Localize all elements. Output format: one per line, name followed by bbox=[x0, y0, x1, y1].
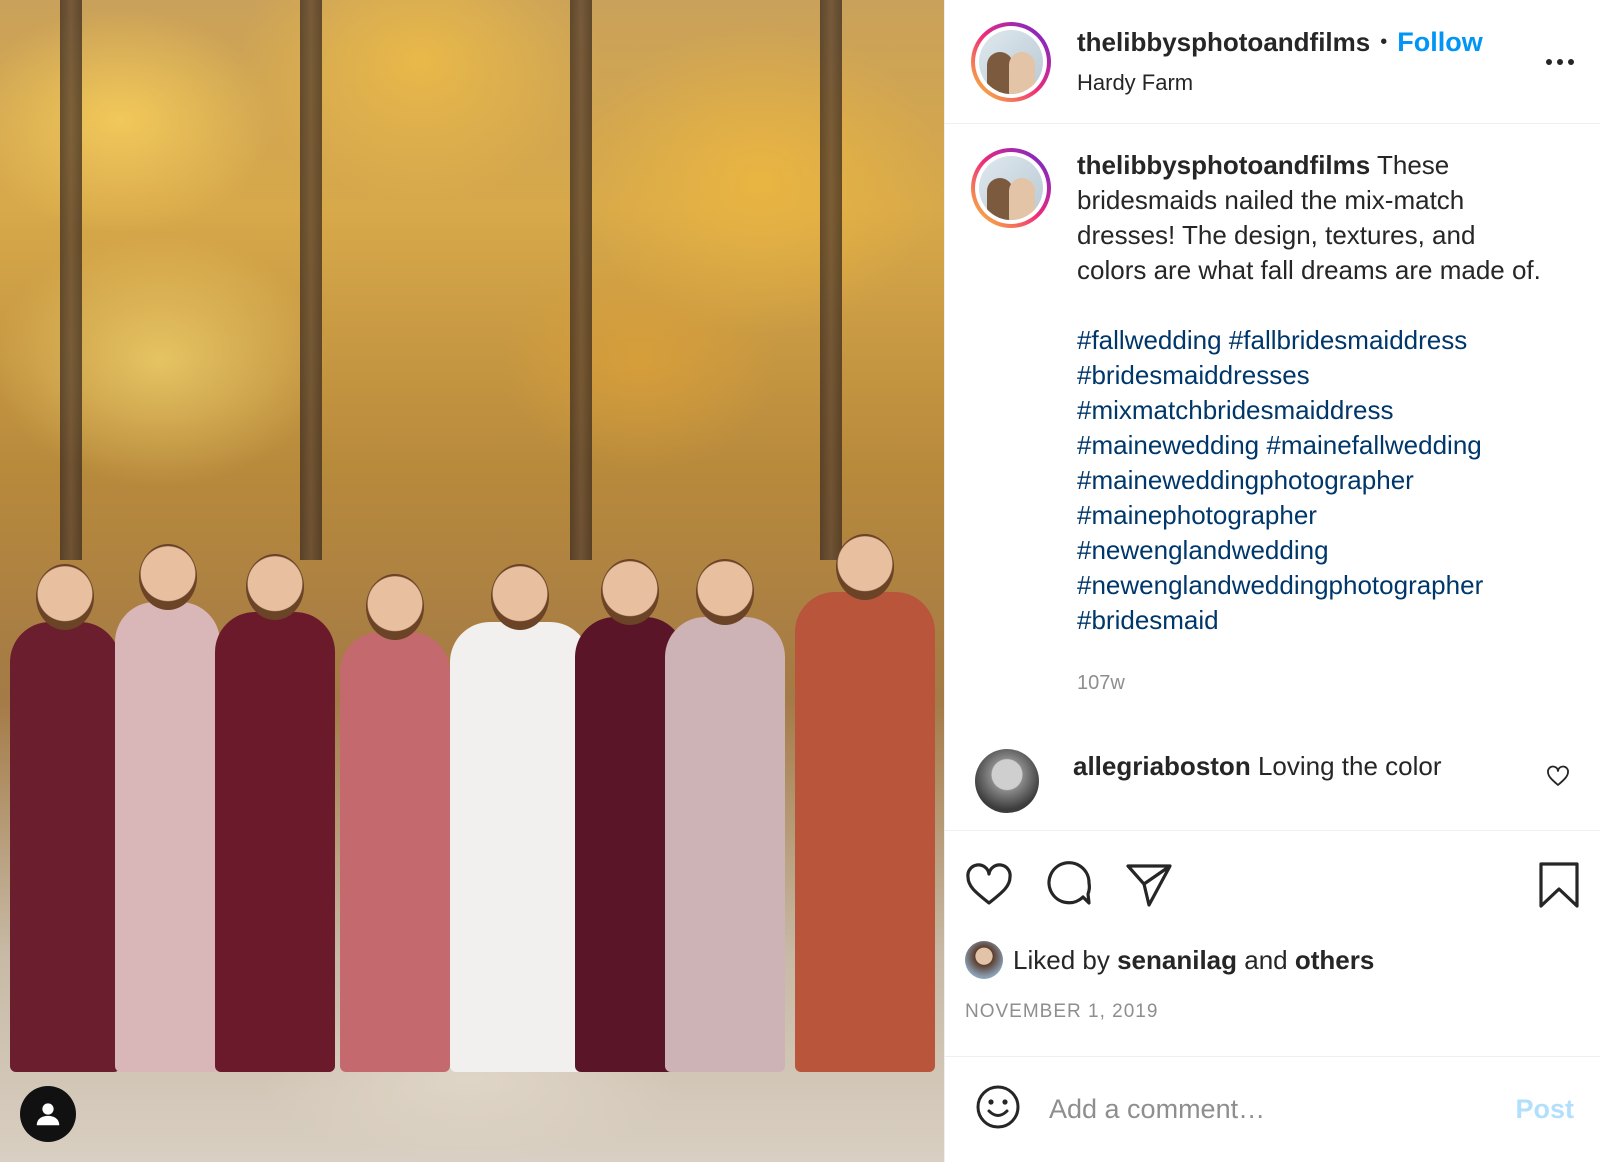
comment-body: allegriaboston Loving the color bbox=[1073, 749, 1442, 784]
caption-author-avatar[interactable] bbox=[971, 148, 1051, 228]
bridesmaid-figure bbox=[10, 564, 120, 1072]
tree-trunk bbox=[820, 0, 842, 560]
bridesmaid-figure bbox=[665, 559, 785, 1072]
author-username[interactable]: thelibbysphotoandfilms bbox=[1077, 27, 1370, 58]
instagram-post: thelibbysphotoandfilms • Follow Hardy Fa… bbox=[0, 0, 1600, 1162]
likes-prefix: Liked by bbox=[1013, 944, 1110, 975]
caption: thelibbysphotoandfilms These bridesmaids… bbox=[971, 148, 1574, 701]
post-header: thelibbysphotoandfilms • Follow Hardy Fa… bbox=[945, 0, 1600, 124]
bridesmaid-figure bbox=[795, 534, 935, 1072]
tree-trunk bbox=[300, 0, 322, 560]
post-side-panel: thelibbysphotoandfilms • Follow Hardy Fa… bbox=[944, 0, 1600, 1162]
comment-text: Loving the color bbox=[1257, 751, 1442, 781]
post-date: November 1, 2019 bbox=[965, 1001, 1159, 1022]
bridesmaid-figure bbox=[340, 574, 450, 1072]
person-circle-icon[interactable] bbox=[20, 1086, 76, 1142]
hashtag-link[interactable]: #bridesmaiddresses bbox=[1077, 360, 1310, 390]
comment-item: allegriaboston Loving the color bbox=[971, 749, 1574, 813]
hashtag-link[interactable]: #mainewedding bbox=[1077, 430, 1259, 460]
liker-username[interactable]: senanilag bbox=[1117, 945, 1237, 976]
commenter-username[interactable]: allegriaboston bbox=[1073, 751, 1251, 781]
comment-like-heart-icon[interactable] bbox=[1546, 765, 1570, 792]
add-comment-bar: Post bbox=[945, 1056, 1600, 1162]
comment-input[interactable] bbox=[1049, 1094, 1516, 1125]
tree-trunk bbox=[60, 0, 82, 560]
hashtag-link[interactable]: #mixmatchbridesmaiddress bbox=[1077, 395, 1393, 425]
comment-bubble-icon[interactable] bbox=[1045, 855, 1105, 915]
caption-age: 107w bbox=[1077, 672, 1125, 694]
action-bar bbox=[965, 855, 1580, 915]
hashtag-link[interactable]: #newenglandwedding bbox=[1077, 535, 1329, 565]
post-comment-button[interactable]: Post bbox=[1515, 1094, 1574, 1125]
caption-body: thelibbysphotoandfilms These bridesmaids… bbox=[1077, 148, 1547, 701]
hashtag-list: #fallwedding #fallbridesmaiddress #bride… bbox=[1077, 323, 1547, 638]
post-location[interactable]: Hardy Farm bbox=[1077, 70, 1540, 96]
tree-trunk bbox=[570, 0, 592, 560]
hashtag-link[interactable]: #fallwedding bbox=[1077, 325, 1222, 355]
hashtag-link[interactable]: #mainefallwedding bbox=[1266, 430, 1481, 460]
post-actions: Liked by senanilag and others November 1… bbox=[945, 830, 1600, 1056]
liker-avatar bbox=[965, 941, 1003, 979]
follow-button[interactable]: Follow bbox=[1397, 27, 1482, 58]
likes-others-link[interactable]: others bbox=[1295, 945, 1374, 976]
hashtag-link[interactable]: #newenglandweddingphotographer bbox=[1077, 570, 1483, 600]
likes-and: and bbox=[1244, 944, 1288, 975]
likes-summary[interactable]: Liked by senanilag and others bbox=[965, 941, 1580, 979]
hashtag-link[interactable]: #maineweddingphotographer bbox=[1077, 465, 1414, 495]
bridesmaid-figure bbox=[115, 544, 220, 1072]
hashtag-link[interactable]: #bridesmaid bbox=[1077, 605, 1219, 635]
bride-figure bbox=[450, 564, 590, 1072]
hashtag-link[interactable]: #mainephotographer bbox=[1077, 500, 1317, 530]
commenter-avatar[interactable] bbox=[975, 749, 1039, 813]
save-bookmark-icon[interactable] bbox=[1520, 855, 1580, 915]
like-heart-icon[interactable] bbox=[965, 855, 1025, 915]
share-paper-plane-icon[interactable] bbox=[1125, 855, 1185, 915]
post-photo[interactable] bbox=[0, 0, 944, 1162]
caption-username[interactable]: thelibbysphotoandfilms bbox=[1077, 150, 1370, 180]
header-text: thelibbysphotoandfilms • Follow Hardy Fa… bbox=[1077, 27, 1540, 96]
comments-section[interactable]: thelibbysphotoandfilms These bridesmaids… bbox=[945, 124, 1600, 830]
author-avatar[interactable] bbox=[971, 21, 1051, 102]
separator-dot: • bbox=[1380, 31, 1388, 53]
bridesmaid-figure bbox=[215, 554, 335, 1072]
more-dots-icon[interactable] bbox=[1540, 42, 1580, 82]
hashtag-link[interactable]: #fallbridesmaiddress bbox=[1229, 325, 1467, 355]
emoji-smiley-icon[interactable] bbox=[975, 1084, 1021, 1135]
